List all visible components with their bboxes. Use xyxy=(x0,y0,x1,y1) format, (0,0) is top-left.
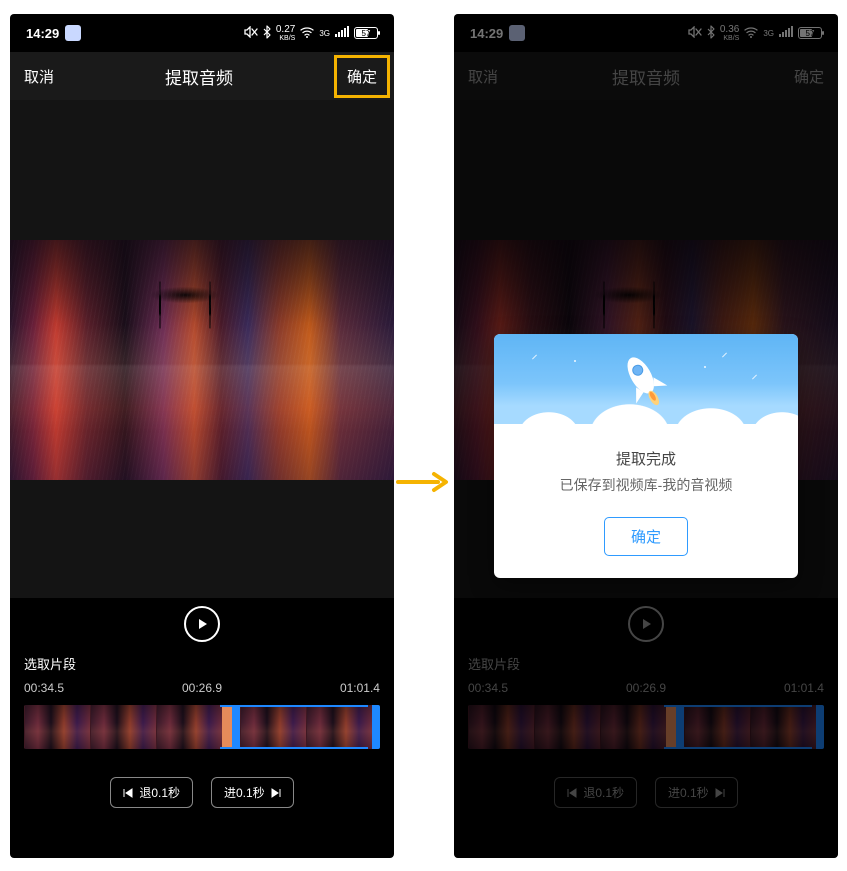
step-forward-label: 进0.1秒 xyxy=(224,784,265,801)
step-forward-button[interactable]: 进0.1秒 xyxy=(655,777,738,808)
play-button[interactable] xyxy=(184,606,220,642)
selection-handle-left[interactable] xyxy=(676,705,684,749)
selection-handle-right[interactable] xyxy=(816,705,824,749)
selection-handle-left[interactable] xyxy=(232,705,240,749)
step-forward-label: 进0.1秒 xyxy=(668,784,709,801)
flow-arrow-icon xyxy=(396,470,452,499)
selection-divider xyxy=(666,705,676,749)
step-forward-button[interactable]: 进0.1秒 xyxy=(211,777,294,808)
bluetooth-icon xyxy=(263,25,271,42)
mute-icon xyxy=(688,26,702,41)
step-back-label: 退0.1秒 xyxy=(583,784,624,801)
screenshot-after: 14:29 0.36 KB/S 3G xyxy=(454,14,838,858)
status-bar: 14:29 0.36 KB/S 3G xyxy=(454,14,838,52)
step-back-button[interactable]: 退0.1秒 xyxy=(110,777,193,808)
status-app-icon xyxy=(509,25,525,41)
screenshot-before: 14:29 0.27 KB/S 3G xyxy=(10,14,394,858)
cancel-button[interactable]: 取消 xyxy=(468,66,498,87)
dialog-title: 提取完成 xyxy=(510,448,782,469)
dialog-confirm-button[interactable]: 确定 xyxy=(604,517,688,556)
time-end: 01:01.4 xyxy=(340,681,380,695)
dialog-subtitle: 已保存到视频库-我的音视频 xyxy=(510,475,782,495)
skip-forward-icon xyxy=(271,788,281,798)
time-start: 00:34.5 xyxy=(24,681,64,695)
selection-handle-right[interactable] xyxy=(372,705,380,749)
time-labels: 00:34.5 00:26.9 01:01.4 xyxy=(10,681,394,701)
skip-back-icon xyxy=(567,788,577,798)
timeline[interactable] xyxy=(10,701,394,759)
confirm-button[interactable]: 确定 xyxy=(334,55,390,98)
time-cursor: 00:26.9 xyxy=(182,681,222,695)
signal-bars-icon xyxy=(779,26,793,41)
section-label: 选取片段 xyxy=(10,650,394,681)
signal-label: 3G xyxy=(763,29,774,38)
mute-icon xyxy=(244,26,258,41)
time-cursor: 00:26.9 xyxy=(626,681,666,695)
signal-bars-icon xyxy=(335,26,349,41)
wifi-icon xyxy=(300,26,314,41)
network-speed: 0.27 KB/S xyxy=(276,25,295,42)
wifi-icon xyxy=(744,26,758,41)
step-back-button[interactable]: 退0.1秒 xyxy=(554,777,637,808)
navigation-bar: 取消 提取音频 确定 xyxy=(454,52,838,100)
battery-icon: 57 xyxy=(354,27,378,39)
dialog-illustration xyxy=(494,334,798,424)
status-bar: 14:29 0.27 KB/S 3G xyxy=(10,14,394,52)
play-button[interactable] xyxy=(628,606,664,642)
selection-divider xyxy=(222,705,232,749)
completion-dialog: 提取完成 已保存到视频库-我的音视频 确定 xyxy=(494,334,798,578)
cancel-button[interactable]: 取消 xyxy=(24,66,54,87)
network-speed: 0.36 KB/S xyxy=(720,25,739,42)
section-label: 选取片段 xyxy=(454,650,838,681)
status-time: 14:29 xyxy=(26,26,59,41)
skip-back-icon xyxy=(123,788,133,798)
bluetooth-icon xyxy=(707,25,715,42)
step-back-label: 退0.1秒 xyxy=(139,784,180,801)
page-title: 提取音频 xyxy=(165,64,233,89)
play-icon xyxy=(195,617,209,631)
video-preview xyxy=(10,240,394,480)
confirm-button[interactable]: 确定 xyxy=(794,66,824,87)
time-start: 00:34.5 xyxy=(468,681,508,695)
signal-label: 3G xyxy=(319,29,330,38)
skip-forward-icon xyxy=(715,788,725,798)
play-icon xyxy=(639,617,653,631)
status-time: 14:29 xyxy=(470,26,503,41)
timeline[interactable] xyxy=(454,701,838,759)
time-end: 01:01.4 xyxy=(784,681,824,695)
navigation-bar: 取消 提取音频 确定 xyxy=(10,52,394,100)
page-title: 提取音频 xyxy=(612,64,680,89)
time-labels: 00:34.5 00:26.9 01:01.4 xyxy=(454,681,838,701)
status-app-icon xyxy=(65,25,81,41)
battery-icon: 57 xyxy=(798,27,822,39)
